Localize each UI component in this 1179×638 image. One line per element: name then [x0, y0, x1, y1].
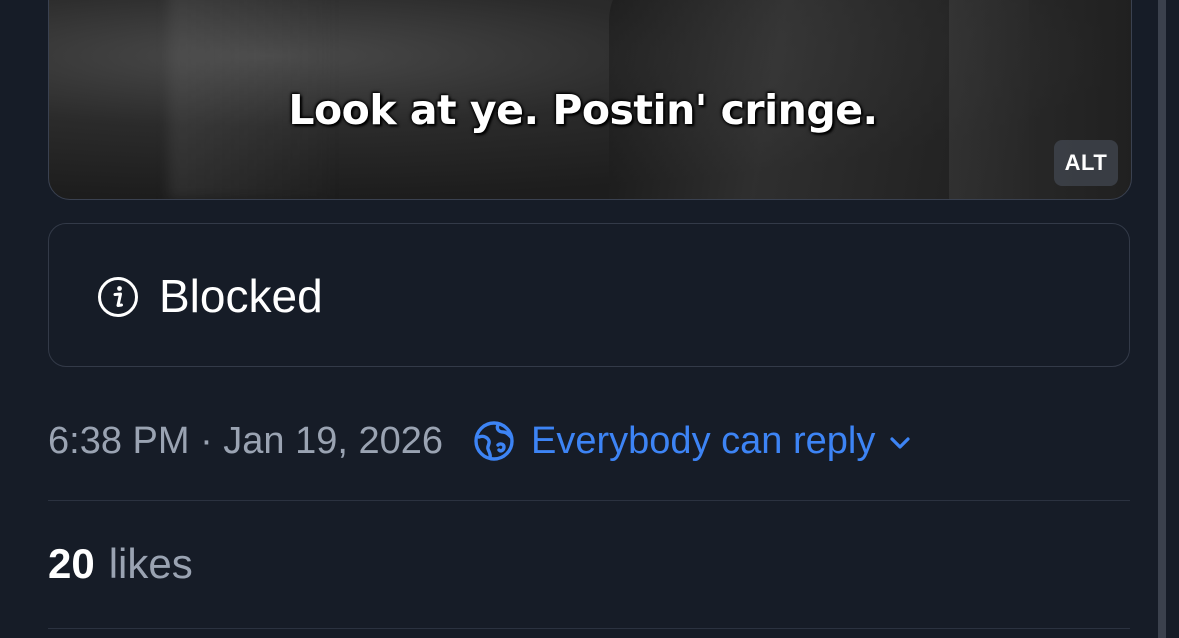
likes-link[interactable]: 20 likes — [48, 540, 193, 590]
globe-icon — [474, 421, 514, 461]
likes-label: likes — [108, 540, 193, 587]
reply-settings-label: Everybody can reply — [531, 419, 876, 462]
post-timestamp[interactable]: 6:38 PM · Jan 19, 2026 — [48, 420, 443, 463]
info-icon — [98, 277, 138, 317]
scrollbar-thumb[interactable] — [1158, 0, 1166, 638]
image-caption-text: Look at ye. Postin' cringe. — [288, 86, 878, 134]
divider — [48, 628, 1130, 629]
blocked-label: Blocked — [159, 270, 323, 322]
alt-text-button[interactable]: ALT — [1054, 140, 1118, 186]
reply-settings-button[interactable]: Everybody can reply — [473, 420, 911, 463]
chevron-down-icon — [890, 437, 910, 449]
post-meta-row: 6:38 PM · Jan 19, 2026 Everybody can rep… — [48, 418, 911, 464]
post-thread-view: Look at ye. Postin' cringe. ALT Blocked … — [0, 0, 1179, 638]
post-image[interactable]: Look at ye. Postin' cringe. ALT — [48, 0, 1132, 200]
likes-count: 20 — [48, 540, 95, 587]
divider — [48, 500, 1130, 501]
blocked-notice[interactable]: Blocked — [48, 223, 1130, 367]
